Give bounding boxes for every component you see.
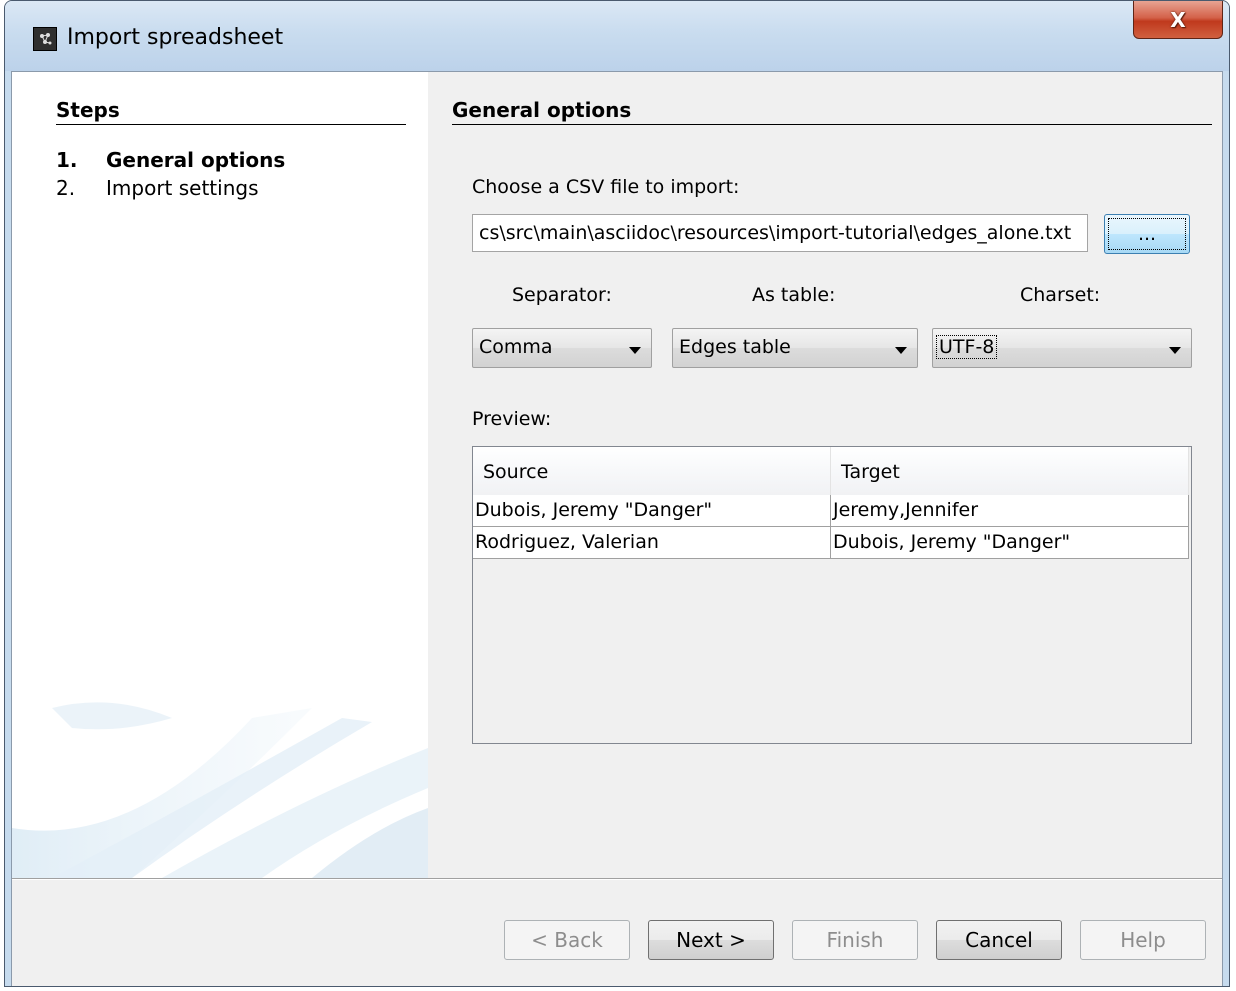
column-header-target[interactable]: Target (831, 447, 1189, 495)
import-spreadsheet-dialog: Import spreadsheet X Steps 1. General opt… (4, 0, 1230, 987)
charset-label: Charset: (1020, 284, 1101, 306)
finish-button[interactable]: Finish (792, 920, 918, 960)
file-prompt-label: Choose a CSV file to import: (472, 176, 740, 198)
separator-label: Separator: (512, 284, 612, 306)
separator-select[interactable]: Comma (472, 328, 652, 368)
step-import-settings: 2. Import settings (56, 176, 259, 200)
window-title: Import spreadsheet (67, 25, 284, 50)
help-button[interactable]: Help (1080, 920, 1206, 960)
table-row[interactable]: Dubois, Jeremy "Danger" Jeremy,Jennifer (473, 495, 1189, 527)
chevron-down-icon (629, 347, 641, 354)
table-cell: Rodriguez, Valerian (473, 527, 831, 558)
table-row[interactable]: Rodriguez, Valerian Dubois, Jeremy "Dang… (473, 527, 1189, 559)
close-icon: X (1170, 7, 1186, 32)
next-button[interactable]: Next > (648, 920, 774, 960)
chevron-down-icon (895, 347, 907, 354)
table-cell: Jeremy,Jennifer (831, 495, 1189, 526)
step-number: 1. (56, 148, 78, 172)
button-bar-divider (12, 878, 1222, 880)
preview-table[interactable]: Source Target Dubois, Jeremy "Danger" Je… (472, 446, 1192, 744)
csv-file-path-field[interactable]: cs\src\main\asciidoc\resources\import-tu… (472, 214, 1088, 252)
as-table-value: Edges table (679, 336, 791, 358)
step-number: 2. (56, 176, 76, 200)
panel-heading-rule (452, 124, 1212, 125)
step-label: Import settings (106, 176, 259, 200)
step-general-options: 1. General options (56, 148, 285, 172)
preview-label: Preview: (472, 408, 552, 430)
steps-heading-rule (56, 124, 406, 125)
table-cell: Dubois, Jeremy "Danger" (473, 495, 831, 526)
title-bar[interactable]: Import spreadsheet X (5, 1, 1229, 71)
panel-heading: General options (452, 98, 632, 122)
back-button[interactable]: < Back (504, 920, 630, 960)
steps-heading: Steps (56, 98, 120, 122)
browse-button[interactable]: ... (1104, 214, 1190, 254)
table-cell: Dubois, Jeremy "Danger" (831, 527, 1189, 558)
chevron-down-icon (1169, 347, 1181, 354)
decorative-swoosh-image (12, 702, 428, 878)
as-table-select[interactable]: Edges table (672, 328, 918, 368)
charset-value: UTF-8 (936, 335, 998, 359)
preview-table-header: Source Target (473, 447, 1189, 496)
as-table-label: As table: (752, 284, 836, 306)
step-label: General options (106, 148, 286, 172)
focus-indicator (1108, 218, 1186, 250)
cancel-button[interactable]: Cancel (936, 920, 1062, 960)
app-icon (33, 27, 57, 51)
close-button[interactable]: X (1133, 1, 1223, 39)
steps-panel: Steps 1. General options 2. Import setting… (12, 72, 428, 878)
general-options-panel: General options Choose a CSV file to imp… (428, 72, 1222, 878)
separator-value: Comma (479, 336, 553, 358)
charset-select[interactable]: UTF-8 (932, 328, 1192, 368)
dialog-body: Steps 1. General options 2. Import setting… (11, 71, 1223, 986)
column-header-source[interactable]: Source (473, 447, 831, 495)
